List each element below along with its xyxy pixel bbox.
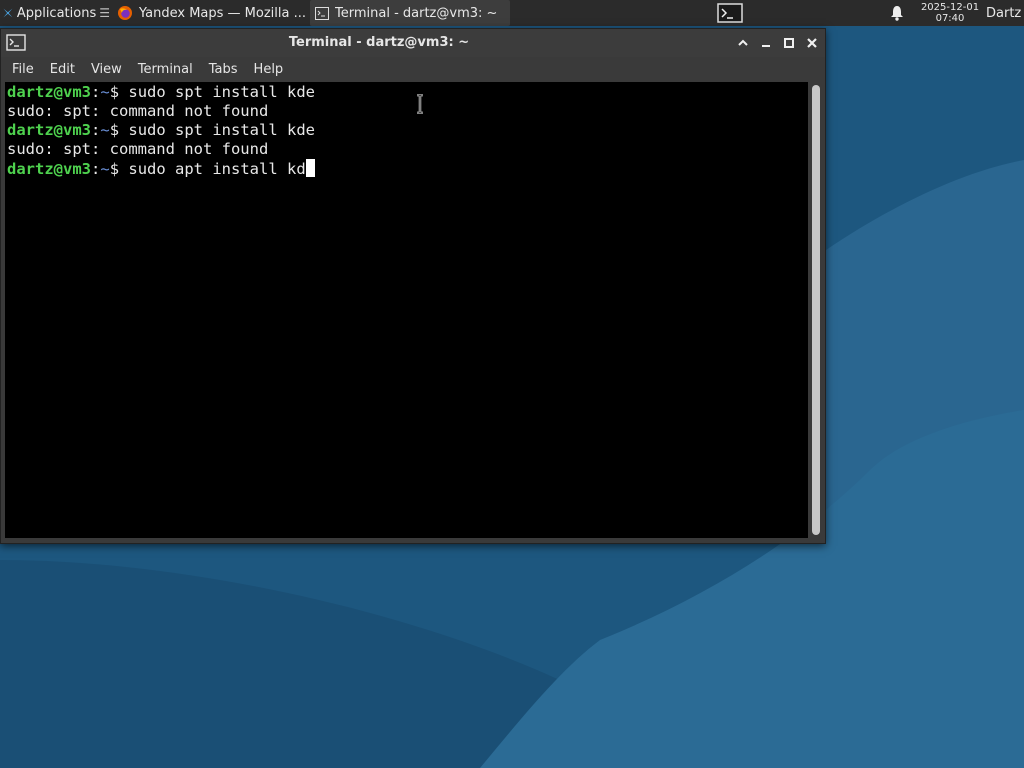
menu-tabs[interactable]: Tabs <box>198 62 246 77</box>
terminal-line: sudo: spt: command not found <box>7 102 808 121</box>
prompt-path: ~ <box>100 160 110 178</box>
prompt-user: dartz@vm3 <box>7 121 91 139</box>
prompt-symbol: $ <box>109 121 120 139</box>
prompt-separator: : <box>91 160 101 178</box>
user-menu[interactable]: Dartz <box>983 0 1024 26</box>
top-panel: Applications ☰ Yandex Maps — Mozilla ...… <box>0 0 1024 26</box>
applications-menu-button[interactable]: Applications ☰ <box>0 0 110 26</box>
terminal-launcher-icon <box>717 3 743 23</box>
maximize-icon <box>784 38 794 48</box>
shade-button[interactable] <box>734 33 752 53</box>
close-icon <box>807 38 817 48</box>
notifications-button[interactable] <box>887 0 907 26</box>
prompt-separator: : <box>91 83 101 101</box>
terminal-line: dartz@vm3:~$ sudo spt install kde <box>7 121 808 140</box>
menu-file[interactable]: File <box>1 62 42 77</box>
output-text: sudo: spt: command not found <box>7 102 269 120</box>
terminal-cursor <box>305 159 315 177</box>
terminal-output[interactable]: dartz@vm3:~$ sudo spt install kde sudo: s… <box>5 82 808 538</box>
maximize-button[interactable] <box>780 33 798 53</box>
prompt-separator: : <box>91 121 101 139</box>
launcher-terminal-button[interactable] <box>715 2 745 24</box>
menu-edit[interactable]: Edit <box>39 62 83 77</box>
clock-time: 07:40 <box>935 13 965 24</box>
menu-help[interactable]: Help <box>243 62 292 77</box>
bell-icon <box>891 6 903 21</box>
terminal-line: dartz@vm3:~$ sudo apt install kd <box>7 159 808 178</box>
terminal-scrollbar[interactable] <box>809 82 823 538</box>
taskbar-item-label: Yandex Maps — Mozilla ... <box>139 5 307 21</box>
taskbar-item-firefox[interactable]: Yandex Maps — Mozilla ... <box>112 0 309 26</box>
menu-terminal[interactable]: Terminal <box>127 62 201 77</box>
firefox-icon <box>118 6 132 20</box>
window-title: Terminal - dartz@vm3: ~ <box>288 35 470 50</box>
applications-menu-icon: ☰ <box>99 6 110 20</box>
command-text: sudo spt install kde <box>119 121 315 139</box>
output-text: sudo: spt: command not found <box>7 140 269 158</box>
prompt-user: dartz@vm3 <box>7 83 91 101</box>
prompt-user: dartz@vm3 <box>7 160 91 178</box>
terminal-line: sudo: spt: command not found <box>7 140 808 159</box>
minimize-icon <box>762 45 770 47</box>
user-name: Dartz <box>986 5 1022 21</box>
taskbar-item-terminal[interactable]: Terminal - dartz@vm3: ~ <box>310 0 510 26</box>
terminal-window: Terminal - dartz@vm3: ~ File Edit View T… <box>0 28 826 544</box>
window-titlebar[interactable]: Terminal - dartz@vm3: ~ <box>1 29 825 57</box>
chevron-up-icon <box>738 39 748 46</box>
prompt-path: ~ <box>100 121 110 139</box>
command-text: sudo spt install kde <box>119 83 315 101</box>
clock[interactable]: 2025-12-01 07:40 <box>917 0 983 26</box>
scrollbar-thumb[interactable] <box>812 85 820 535</box>
terminal-line: dartz@vm3:~$ sudo spt install kde <box>7 83 808 102</box>
applications-label: Applications <box>16 5 97 21</box>
minimize-button[interactable] <box>757 33 775 53</box>
prompt-symbol: $ <box>109 160 120 178</box>
prompt-symbol: $ <box>109 83 120 101</box>
clock-date: 2025-12-01 <box>920 2 980 13</box>
xfce-logo-icon <box>3 8 13 18</box>
taskbar-item-label: Terminal - dartz@vm3: ~ <box>335 5 498 21</box>
prompt-path: ~ <box>100 83 110 101</box>
menu-view[interactable]: View <box>80 62 130 77</box>
text-cursor-icon <box>417 94 423 114</box>
command-text: sudo apt install kd <box>119 160 306 178</box>
menu-bar: File Edit View Terminal Tabs Help <box>1 57 825 81</box>
terminal-icon <box>315 6 329 20</box>
close-button[interactable] <box>803 33 821 53</box>
